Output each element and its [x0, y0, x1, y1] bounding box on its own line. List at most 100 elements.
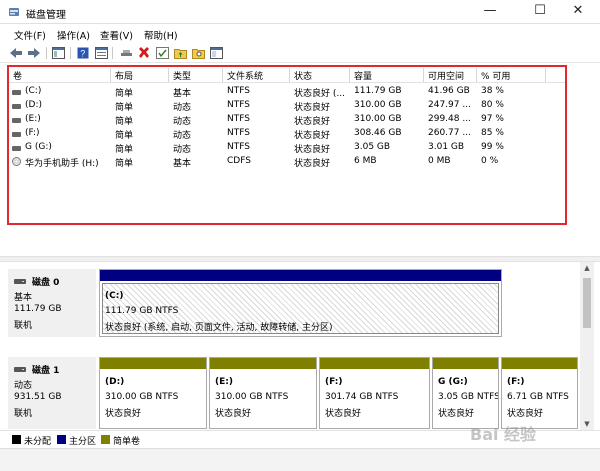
scrollbar-thumb[interactable]	[583, 278, 591, 328]
drive-icon	[12, 146, 21, 151]
cell-type: 基本	[173, 159, 192, 169]
col-type[interactable]: 类型	[173, 69, 191, 82]
cell-filesystem: NTFS	[227, 86, 250, 96]
volume-row[interactable]: (E:) 简单 动态 NTFS 状态良好 310.00 GB 299.48 ... 97 %	[9, 113, 565, 127]
cd-icon	[12, 157, 21, 166]
col-divider[interactable]	[289, 68, 290, 82]
cell-capacity: 6 MB	[354, 156, 377, 166]
partition-status: 状态良好	[105, 409, 142, 419]
disk-layout-pane: 磁盘 0 基本 111.79 GB 联机 (C:) 111.79 GB NTFS…	[0, 262, 580, 430]
volume-row[interactable]: G (G:) 简单 动态 NTFS 状态良好 3.05 GB 3.01 GB 99 %	[9, 141, 565, 155]
search-folder-button[interactable]	[190, 45, 206, 61]
delete-button[interactable]	[136, 45, 152, 61]
volume-row[interactable]: 华为手机助手 (H:) 简单 基本 CDFS 状态良好 6 MB 0 MB 0 %	[9, 155, 565, 169]
partition-status: 状态良好	[438, 409, 475, 419]
show-hide-console-tree-button[interactable]	[50, 45, 66, 61]
cell-volume: (D:)	[25, 100, 42, 110]
back-arrow-icon	[10, 48, 22, 58]
disk-icon	[14, 279, 26, 284]
back-button[interactable]	[8, 45, 24, 61]
volume-row[interactable]: (D:) 简单 动态 NTFS 状态良好 310.00 GB 247.97 ... 80 %	[9, 99, 565, 113]
help-button[interactable]: ?	[75, 45, 91, 61]
check-icon	[155, 47, 169, 59]
partition-status: 状态良好	[325, 409, 362, 419]
col-divider[interactable]	[423, 68, 424, 82]
disk-1-info[interactable]: 磁盘 1 动态 931.51 GB 联机	[8, 357, 96, 429]
cell-free-space: 260.77 ...	[428, 128, 471, 138]
menu-action[interactable]: 操作(A)	[57, 28, 90, 42]
menu-file[interactable]: 文件(F)	[14, 28, 46, 42]
partition-4[interactable]: (F:) 6.71 GB NTFS 状态良好	[501, 357, 578, 429]
disk-1-size: 931.51 GB	[14, 392, 62, 402]
volume-row[interactable]: (C:) 简单 基本 NTFS 状态良好 (... 111.79 GB 41.96 GB 38…	[9, 85, 565, 99]
disk-management-app-icon	[9, 8, 19, 16]
col-filesystem[interactable]: 文件系统	[227, 69, 263, 82]
partition-c-status: 状态良好 (系统, 启动, 页面文件, 活动, 故障转储, 主分区)	[105, 323, 333, 333]
col-divider[interactable]	[222, 68, 223, 82]
close-button[interactable]: ✕	[556, 0, 600, 24]
volume-row[interactable]: (F:) 简单 动态 NTFS 状态良好 308.46 GB 260.77 ... 85 %	[9, 127, 565, 141]
forward-arrow-icon	[28, 48, 40, 58]
col-layout[interactable]: 布局	[115, 69, 133, 82]
partition-1[interactable]: (E:) 310.00 GB NTFS 状态良好	[209, 357, 317, 429]
cell-percent-free: 85 %	[481, 128, 504, 138]
cell-filesystem: CDFS	[227, 156, 251, 166]
col-divider[interactable]	[545, 68, 546, 82]
col-percent-free[interactable]: % 可用	[481, 69, 510, 82]
console-window-icon	[209, 47, 223, 59]
cell-free-space: 41.96 GB	[428, 86, 470, 96]
partition-c-label: (C:)	[105, 291, 124, 301]
cell-status: 状态良好	[294, 103, 331, 113]
properties-button[interactable]	[93, 45, 109, 61]
cell-filesystem: NTFS	[227, 128, 250, 138]
col-status[interactable]: 状态	[294, 69, 312, 82]
partition-c-size: 111.79 GB NTFS	[105, 306, 179, 316]
partition-0[interactable]: (D:) 310.00 GB NTFS 状态良好	[99, 357, 207, 429]
forward-button[interactable]	[26, 45, 42, 61]
cell-capacity: 3.05 GB	[354, 142, 391, 152]
disk-pane-scrollbar[interactable]: ▲ ▼	[580, 262, 594, 430]
search-folder-icon	[191, 49, 205, 59]
cell-type: 动态	[173, 131, 192, 141]
connect-button[interactable]	[118, 45, 134, 61]
disk-0-status: 联机	[14, 321, 33, 331]
cell-free-space: 299.48 ...	[428, 114, 471, 124]
toolbar-separator	[70, 47, 71, 59]
disk-0-info[interactable]: 磁盘 0 基本 111.79 GB 联机	[8, 269, 96, 337]
col-free-space[interactable]: 可用空间	[428, 69, 464, 82]
window-title: 磁盘管理	[26, 10, 66, 21]
cell-status: 状态良好	[294, 159, 331, 169]
cell-type: 动态	[173, 117, 192, 127]
col-capacity[interactable]: 容量	[354, 69, 372, 82]
partition-c[interactable]: (C:) 111.79 GB NTFS 状态良好 (系统, 启动, 页面文件, …	[99, 269, 502, 337]
cell-percent-free: 97 %	[481, 114, 504, 124]
toolbar-separator	[46, 47, 47, 59]
scroll-down-arrow-icon[interactable]: ▼	[580, 418, 594, 430]
toolbar-separator	[112, 47, 113, 59]
scroll-up-arrow-icon[interactable]: ▲	[580, 262, 594, 274]
cell-capacity: 310.00 GB	[354, 100, 402, 110]
col-volume[interactable]: 卷	[13, 69, 22, 82]
col-divider[interactable]	[476, 68, 477, 82]
console-button[interactable]	[208, 45, 224, 61]
help-icon: ?	[77, 47, 89, 59]
cell-percent-free: 80 %	[481, 100, 504, 110]
col-divider[interactable]	[110, 68, 111, 82]
cell-percent-free: 38 %	[481, 86, 504, 96]
partition-label: G (G:)	[438, 377, 468, 387]
partition-2[interactable]: (F:) 301.74 GB NTFS 状态良好	[319, 357, 430, 429]
status-bar	[0, 448, 600, 471]
minimize-button[interactable]: —	[468, 0, 512, 24]
menu-view[interactable]: 查看(V)	[100, 28, 133, 42]
import-button[interactable]	[172, 45, 188, 61]
check-button[interactable]	[154, 45, 170, 61]
cell-layout: 简单	[115, 145, 134, 155]
col-divider[interactable]	[349, 68, 350, 82]
cell-type: 基本	[173, 89, 192, 99]
col-divider[interactable]	[168, 68, 169, 82]
partition-status: 状态良好	[215, 409, 252, 419]
disk-1-status: 联机	[14, 409, 33, 419]
cell-layout: 简单	[115, 89, 134, 99]
menu-help[interactable]: 帮助(H)	[144, 28, 178, 42]
partition-3[interactable]: G (G:) 3.05 GB NTFS 状态良好	[432, 357, 499, 429]
